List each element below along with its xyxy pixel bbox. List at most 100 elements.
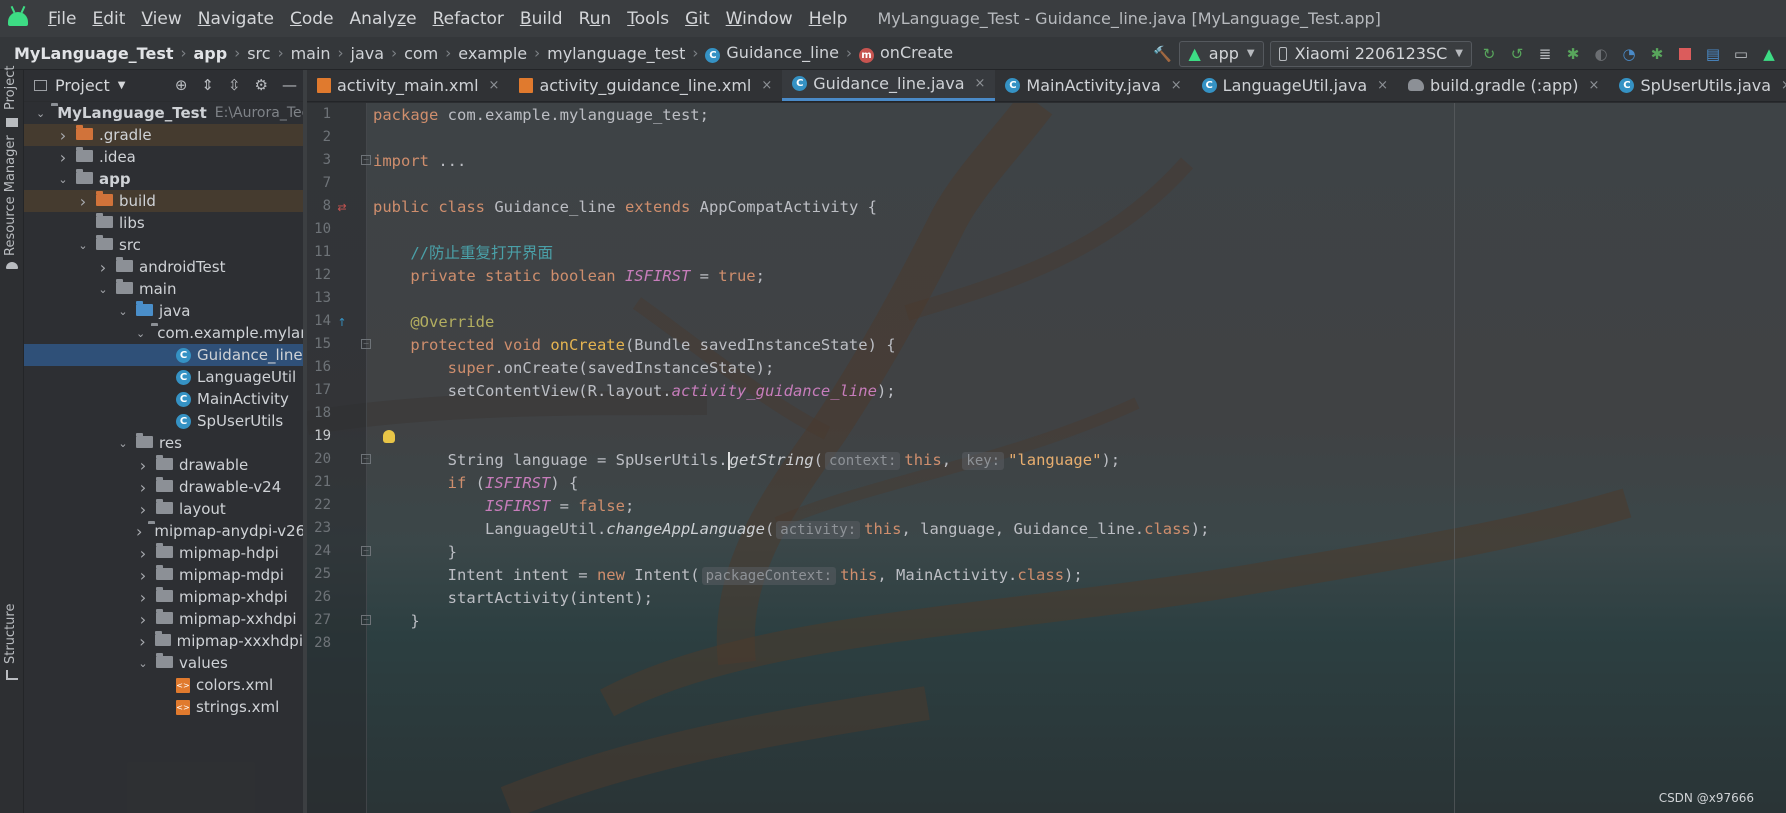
override-marker-icon[interactable]: ↑ [335,316,349,330]
menu-item-build[interactable]: Build [512,9,571,29]
chevron-right-icon[interactable]: › [136,588,150,607]
menu-item-navigate[interactable]: Navigate [190,9,282,29]
stop-icon[interactable] [1674,43,1696,65]
run-configuration-select[interactable]: ▲ app ▼ [1179,40,1264,67]
tree-file-item[interactable]: C MainActivity [24,388,303,410]
close-icon[interactable]: × [489,78,500,93]
project-panel-title[interactable]: Project [55,76,110,95]
fold-icon[interactable]: − [361,546,371,556]
tree-folder-item[interactable]: ⌄ res [24,432,303,454]
debug-icon[interactable]: ✱ [1562,43,1584,65]
lightbulb-icon[interactable] [383,430,395,443]
breadcrumb-item[interactable]: m onCreate [859,43,953,63]
expand-all-icon[interactable]: ⇕ [201,76,214,94]
side-tab-project[interactable]: Project [3,66,18,110]
code-line[interactable]: LanguageUtil.changeAppLanguage(activity:… [373,518,1209,540]
menu-item-window[interactable]: Window [718,9,801,29]
tree-folder-item[interactable]: › layout [24,498,303,520]
breadcrumb-item[interactable]: example [458,44,527,63]
tree-folder-item[interactable]: ⌄ java [24,300,303,322]
editor-tab[interactable]: C Guidance_line.java × [782,70,996,101]
code-line[interactable]: super.onCreate(savedInstanceState); [373,357,775,379]
code-line[interactable]: @Override [373,311,494,333]
code-line[interactable]: public class Guidance_line extends AppCo… [373,196,877,218]
breadcrumb-item[interactable]: main [291,44,331,63]
tree-folder-item[interactable]: › .gradle [24,124,303,146]
breadcrumb-item[interactable]: app [194,44,228,63]
code-line[interactable]: private static boolean ISFIRST = true; [373,265,765,287]
menu-item-git[interactable]: Git [677,9,718,29]
gear-icon[interactable]: ⚙ [255,76,268,94]
chevron-down-icon[interactable]: ⌄ [56,173,70,186]
editor-tab[interactable]: activity_guidance_line.xml × [509,70,782,101]
tree-folder-item[interactable]: libs [24,212,303,234]
chevron-down-icon[interactable]: ⌄ [96,283,110,296]
device-manager-icon[interactable]: ▲ [1758,43,1780,65]
close-icon[interactable]: × [761,78,772,93]
menu-item-analyze[interactable]: Analyze [342,9,425,29]
build-hammer-icon[interactable]: 🔨 [1151,43,1173,65]
attach-debugger-icon[interactable]: ✱ [1646,43,1668,65]
tree-file-item[interactable]: <> strings.xml [24,696,303,718]
close-icon[interactable]: × [1171,78,1182,93]
tree-folder-item[interactable]: ⌄ com.example.mylang [24,322,303,344]
code-line[interactable]: } [373,610,419,632]
tree-folder-item[interactable]: › mipmap-hdpi [24,542,303,564]
chevron-down-icon[interactable]: ⌄ [136,327,145,340]
tree-folder-item[interactable]: ⌄ main [24,278,303,300]
terminal-icon[interactable]: ▭ [1730,43,1752,65]
code-editor[interactable]: 1 2 3 7 8 10 11 12 13 14 15 16 17 18 19 20 21 22 23 24 25 26 2… [307,103,1786,813]
code-line[interactable]: if (ISFIRST) { [373,472,579,494]
apply-changes-icon[interactable]: ↺ [1506,43,1528,65]
chevron-right-icon[interactable]: › [136,610,150,629]
profiler-gauge-icon[interactable]: ◔ [1618,43,1640,65]
editor-gutter[interactable]: 1 2 3 7 8 10 11 12 13 14 15 16 17 18 19 20 21 22 23 24 25 26 2… [307,103,371,813]
code-line[interactable]: } [373,541,457,563]
tree-folder-item[interactable]: › mipmap-mdpi [24,564,303,586]
menu-item-run[interactable]: Run [571,9,620,29]
code-line[interactable]: ISFIRST = false; [373,495,634,517]
chevron-right-icon[interactable]: › [56,148,70,167]
tree-folder-item[interactable]: › mipmap-xhdpi [24,586,303,608]
menu-item-code[interactable]: Code [282,9,342,29]
rerun-icon[interactable]: ↻ [1478,43,1500,65]
fold-icon[interactable]: − [361,454,371,464]
editor-tab[interactable]: build.gradle (:app) × [1398,70,1609,101]
apply-code-changes-icon[interactable]: ≣ [1534,43,1556,65]
tree-folder-item[interactable]: ⌄ src [24,234,303,256]
tree-folder-item[interactable]: › drawable-v24 [24,476,303,498]
chevron-down-icon[interactable]: ⌄ [116,305,130,318]
chevron-right-icon[interactable]: › [136,566,150,585]
menu-item-tools[interactable]: Tools [619,9,677,29]
editor-tab[interactable]: C LanguageUtil.java × [1192,70,1398,101]
tree-folder-item[interactable]: ⌄ values [24,652,303,674]
editor-tab[interactable]: C MainActivity.java × [995,70,1191,101]
breadcrumb-item[interactable]: MyLanguage_Test [14,44,174,63]
chevron-right-icon[interactable]: › [136,478,150,497]
close-icon[interactable]: × [1781,78,1786,93]
close-icon[interactable]: × [1377,78,1388,93]
editor-tab[interactable]: C SpUserUtils.java × [1609,70,1786,101]
code-line[interactable]: Intent intent = new Intent(packageContex… [373,564,1083,586]
tree-folder-item[interactable]: › mipmap-xxxhdpi [24,630,303,652]
tree-folder-item[interactable]: › .idea [24,146,303,168]
chevron-right-icon[interactable]: › [56,126,70,145]
tree-folder-item[interactable]: ⌄ MyLanguage_Test E:\Aurora_Techn [24,102,303,124]
code-line[interactable]: package com.example.mylanguage_test; [373,104,709,126]
tree-file-item[interactable]: <> colors.xml [24,674,303,696]
chevron-right-icon[interactable]: › [136,632,149,651]
chevron-right-icon[interactable]: › [136,544,150,563]
fold-icon[interactable]: − [361,339,371,349]
menu-item-file[interactable]: File [40,9,84,29]
device-select[interactable]: Xiaomi 2206123SC ▼ [1269,40,1472,67]
profile-icon[interactable]: ◐ [1590,43,1612,65]
breadcrumb-item[interactable]: mylanguage_test [547,44,685,63]
fold-icon[interactable]: − [361,155,371,165]
tree-folder-item[interactable]: ⌄ app [24,168,303,190]
code-line[interactable]: protected void onCreate(Bundle savedInst… [373,334,895,356]
hide-panel-icon[interactable]: — [282,76,297,94]
tree-file-item[interactable]: C SpUserUtils [24,410,303,432]
chevron-right-icon[interactable]: › [136,500,150,519]
chevron-down-icon[interactable]: ⌄ [136,657,150,670]
implemented-marker-icon[interactable]: ⇄ [335,201,349,215]
